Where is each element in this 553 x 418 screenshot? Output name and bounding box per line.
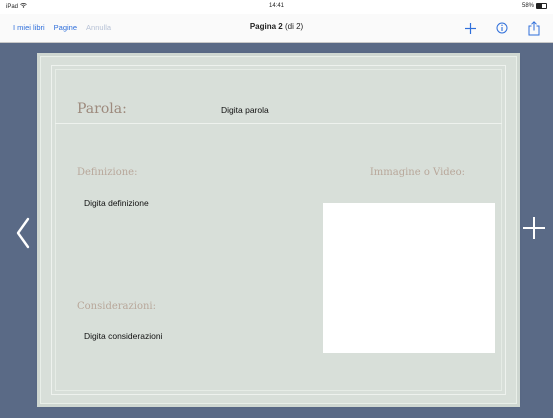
book-page: Parola: Digita parola Definizione: Digit… (40, 56, 517, 404)
word-label: Parola: (77, 101, 127, 117)
battery-percent: 58% (521, 3, 534, 9)
add-icon[interactable] (461, 19, 479, 37)
navigation-bar: I miei libri Pagine Annulla Pagina 2 (di… (0, 14, 553, 43)
chevron-left-icon[interactable] (11, 213, 35, 253)
definition-field[interactable]: Digita definizione (84, 198, 149, 208)
nav-right-group (461, 19, 543, 37)
media-label: Immagine o Video: (369, 167, 465, 178)
status-bar: iPad 14:41 58% (0, 0, 553, 14)
media-placeholder[interactable] (323, 203, 495, 353)
page-title-sub: (di 2) (284, 22, 304, 31)
status-time: 14:41 (268, 3, 284, 9)
editor-workspace: Parola: Digita parola Definizione: Digit… (0, 43, 553, 418)
definition-label: Definizione: (77, 167, 138, 178)
plus-icon[interactable] (521, 215, 547, 241)
notes-field[interactable]: Digita considerazioni (84, 331, 162, 341)
page-title-main: Pagina 2 (249, 22, 283, 31)
info-icon[interactable] (493, 19, 511, 37)
status-right: 58% (522, 3, 547, 9)
header-divider (55, 123, 502, 124)
word-field[interactable]: Digita parola (221, 105, 269, 115)
battery-icon (536, 3, 547, 9)
share-icon[interactable] (525, 19, 543, 37)
notes-label: Considerazioni: (77, 301, 156, 312)
